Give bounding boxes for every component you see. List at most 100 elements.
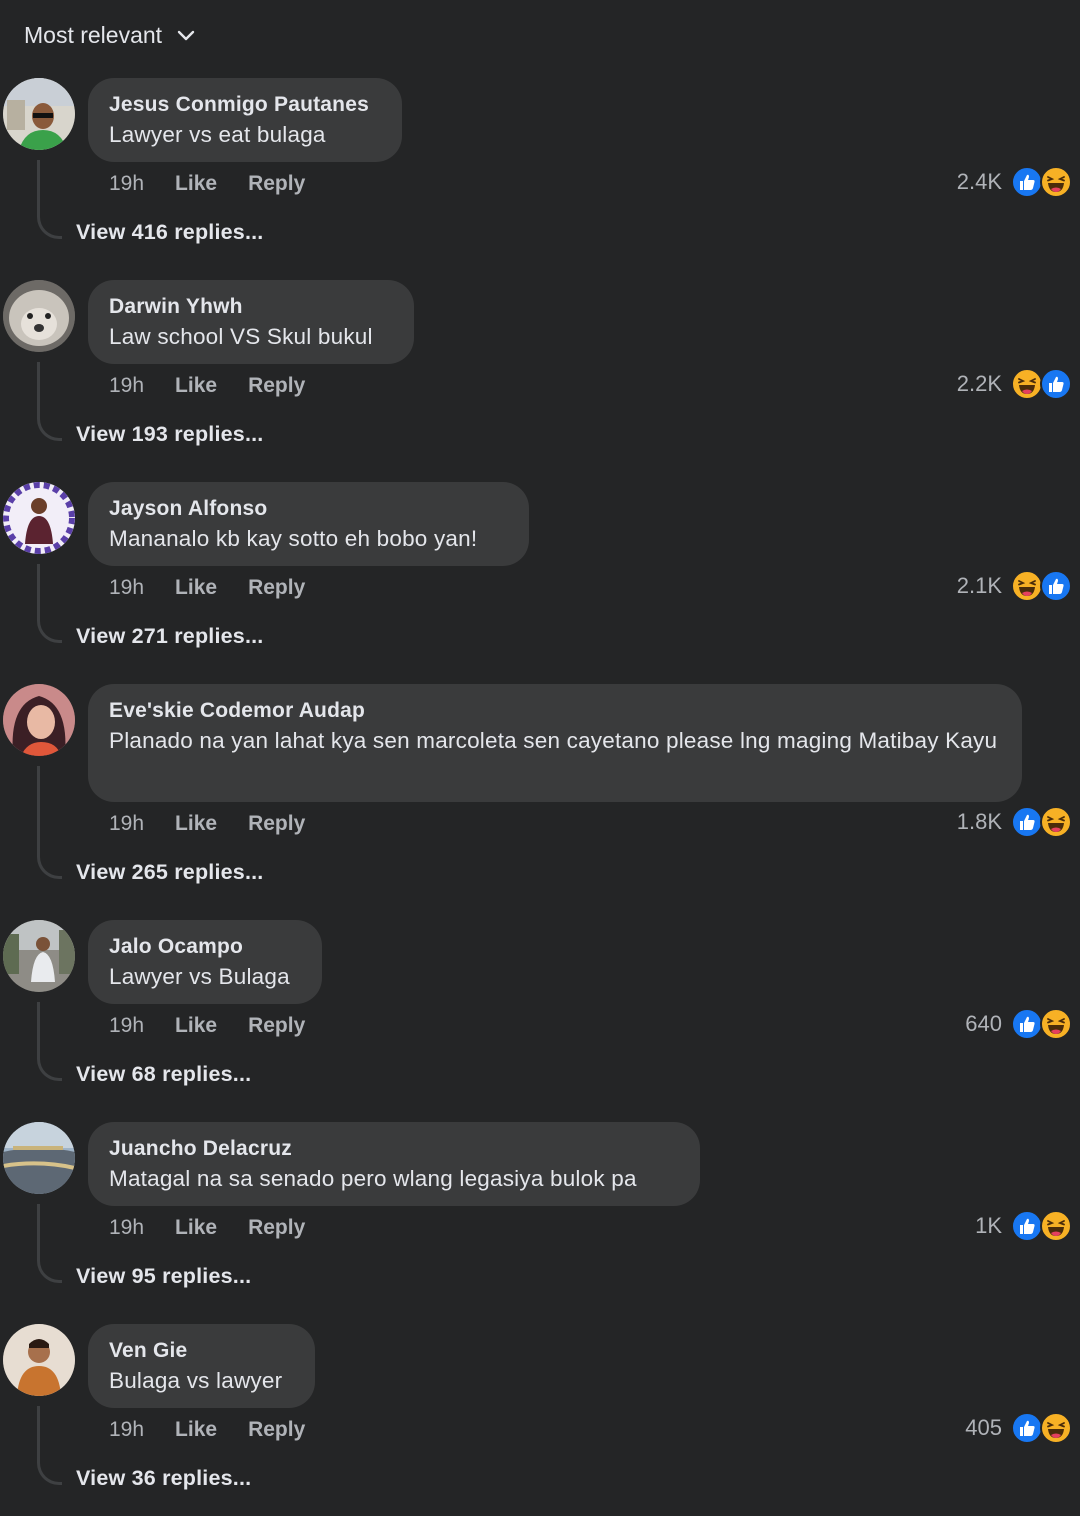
avatar[interactable] <box>3 920 75 992</box>
comment-time[interactable]: 19h <box>109 1418 144 1442</box>
comment-bubble: Darwin Yhwh Law school VS Skul bukul <box>88 280 414 364</box>
view-replies-link[interactable]: View 416 replies... <box>76 220 263 245</box>
avatar[interactable] <box>3 482 75 554</box>
thread-connector <box>37 160 62 239</box>
view-replies-link[interactable]: View 36 replies... <box>76 1466 251 1491</box>
comment-bubble: Juancho Delacruz Matagal na sa senado pe… <box>88 1122 700 1206</box>
reactions-count: 1.8K <box>956 809 1002 834</box>
reactions-summary[interactable]: 640 <box>965 1008 1072 1040</box>
reactions-count: 2.2K <box>956 371 1002 396</box>
comment-actions: 19h Like Reply <box>109 812 305 836</box>
comment-author[interactable]: Jayson Alfonso <box>109 495 508 523</box>
comment-actions: 19h Like Reply <box>109 374 305 398</box>
haha-icon <box>1040 1412 1072 1444</box>
comment-text: Matagal na sa senado pero wlang legasiya… <box>109 1166 637 1191</box>
like-icon <box>1011 1210 1043 1242</box>
like-button[interactable]: Like <box>175 374 217 398</box>
avatar[interactable] <box>3 78 75 150</box>
reactions-summary[interactable]: 1.8K <box>957 806 1072 838</box>
like-button[interactable]: Like <box>175 1418 217 1442</box>
reply-button[interactable]: Reply <box>248 374 305 398</box>
reply-button[interactable]: Reply <box>248 1418 305 1442</box>
thread-connector <box>37 1204 62 1283</box>
comment-actions: 19h Like Reply <box>109 172 305 196</box>
avatar[interactable] <box>3 1122 75 1194</box>
comment-bubble: Jesus Conmigo Pautanes Lawyer vs eat bul… <box>88 78 402 162</box>
haha-icon <box>1011 570 1043 602</box>
like-button[interactable]: Like <box>175 172 217 196</box>
avatar[interactable] <box>3 1324 75 1396</box>
reply-button[interactable]: Reply <box>248 812 305 836</box>
comment-bubble: Jayson Alfonso Mananalo kb kay sotto eh … <box>88 482 529 566</box>
thread-connector <box>37 362 62 441</box>
comment-text: Bulaga vs lawyer <box>109 1368 283 1393</box>
reactions-summary[interactable]: 2.2K <box>957 368 1072 400</box>
reactions-summary[interactable]: 1K <box>975 1210 1072 1242</box>
comment-bubble: Jalo Ocampo Lawyer vs Bulaga <box>88 920 322 1004</box>
haha-icon <box>1040 166 1072 198</box>
view-replies-link[interactable]: View 95 replies... <box>76 1264 251 1289</box>
like-button[interactable]: Like <box>175 576 217 600</box>
reactions-count: 405 <box>965 1415 1002 1440</box>
like-icon <box>1011 806 1043 838</box>
like-icon <box>1011 166 1043 198</box>
avatar[interactable] <box>3 280 75 352</box>
avatar[interactable] <box>3 684 75 756</box>
reactions-summary[interactable]: 2.1K <box>957 570 1072 602</box>
comment-author[interactable]: Ven Gie <box>109 1337 294 1365</box>
comment-text: Law school VS Skul bukul <box>109 324 373 349</box>
like-button[interactable]: Like <box>175 812 217 836</box>
thread-connector <box>37 1406 62 1485</box>
comment-time[interactable]: 19h <box>109 172 144 196</box>
comment-time[interactable]: 19h <box>109 1216 144 1240</box>
view-replies-link[interactable]: View 271 replies... <box>76 624 263 649</box>
reactions-summary[interactable]: 405 <box>965 1412 1072 1444</box>
chevron-down-icon <box>177 30 195 40</box>
comment-time[interactable]: 19h <box>109 374 144 398</box>
like-icon <box>1011 1412 1043 1444</box>
comment-time[interactable]: 19h <box>109 1014 144 1038</box>
like-icon <box>1040 368 1072 400</box>
thread-connector <box>37 564 62 643</box>
haha-icon <box>1040 1008 1072 1040</box>
comment-actions: 19h Like Reply <box>109 576 305 600</box>
reply-button[interactable]: Reply <box>248 172 305 196</box>
view-replies-link[interactable]: View 68 replies... <box>76 1062 251 1087</box>
sort-label: Most relevant <box>24 22 163 48</box>
haha-icon <box>1011 368 1043 400</box>
haha-icon <box>1040 806 1072 838</box>
comment-bubble: Eve'skie Codemor Audap Planado na yan la… <box>88 684 1022 802</box>
comment-author[interactable]: Darwin Yhwh <box>109 293 393 321</box>
comment-actions: 19h Like Reply <box>109 1216 305 1240</box>
comment-time[interactable]: 19h <box>109 812 144 836</box>
haha-icon <box>1040 1210 1072 1242</box>
comment-text: Planado na yan lahat kya sen marcoleta s… <box>109 728 998 753</box>
comment-author[interactable]: Eve'skie Codemor Audap <box>109 697 1001 725</box>
comment-actions: 19h Like Reply <box>109 1418 305 1442</box>
reactions-count: 2.1K <box>956 573 1002 598</box>
reply-button[interactable]: Reply <box>248 1014 305 1038</box>
comment-author[interactable]: Jesus Conmigo Pautanes <box>109 91 381 119</box>
comment-author[interactable]: Jalo Ocampo <box>109 933 301 961</box>
reactions-count: 1K <box>975 1213 1002 1238</box>
reply-button[interactable]: Reply <box>248 1216 305 1240</box>
reactions-count: 640 <box>965 1011 1002 1036</box>
comment-actions: 19h Like Reply <box>109 1014 305 1038</box>
thread-connector <box>37 766 62 879</box>
like-button[interactable]: Like <box>175 1216 217 1240</box>
view-replies-link[interactable]: View 193 replies... <box>76 422 263 447</box>
thread-connector <box>37 1002 62 1081</box>
comment-bubble: Ven Gie Bulaga vs lawyer <box>88 1324 315 1408</box>
sort-dropdown[interactable]: Most relevant <box>24 22 196 49</box>
reactions-summary[interactable]: 2.4K <box>957 166 1072 198</box>
reply-button[interactable]: Reply <box>248 576 305 600</box>
reactions-count: 2.4K <box>956 169 1002 194</box>
like-icon <box>1011 1008 1043 1040</box>
comment-text: Mananalo kb kay sotto eh bobo yan! <box>109 526 478 551</box>
comment-author[interactable]: Juancho Delacruz <box>109 1135 679 1163</box>
comment-text: Lawyer vs Bulaga <box>109 964 290 989</box>
comment-time[interactable]: 19h <box>109 576 144 600</box>
like-button[interactable]: Like <box>175 1014 217 1038</box>
like-icon <box>1040 570 1072 602</box>
view-replies-link[interactable]: View 265 replies... <box>76 860 263 885</box>
